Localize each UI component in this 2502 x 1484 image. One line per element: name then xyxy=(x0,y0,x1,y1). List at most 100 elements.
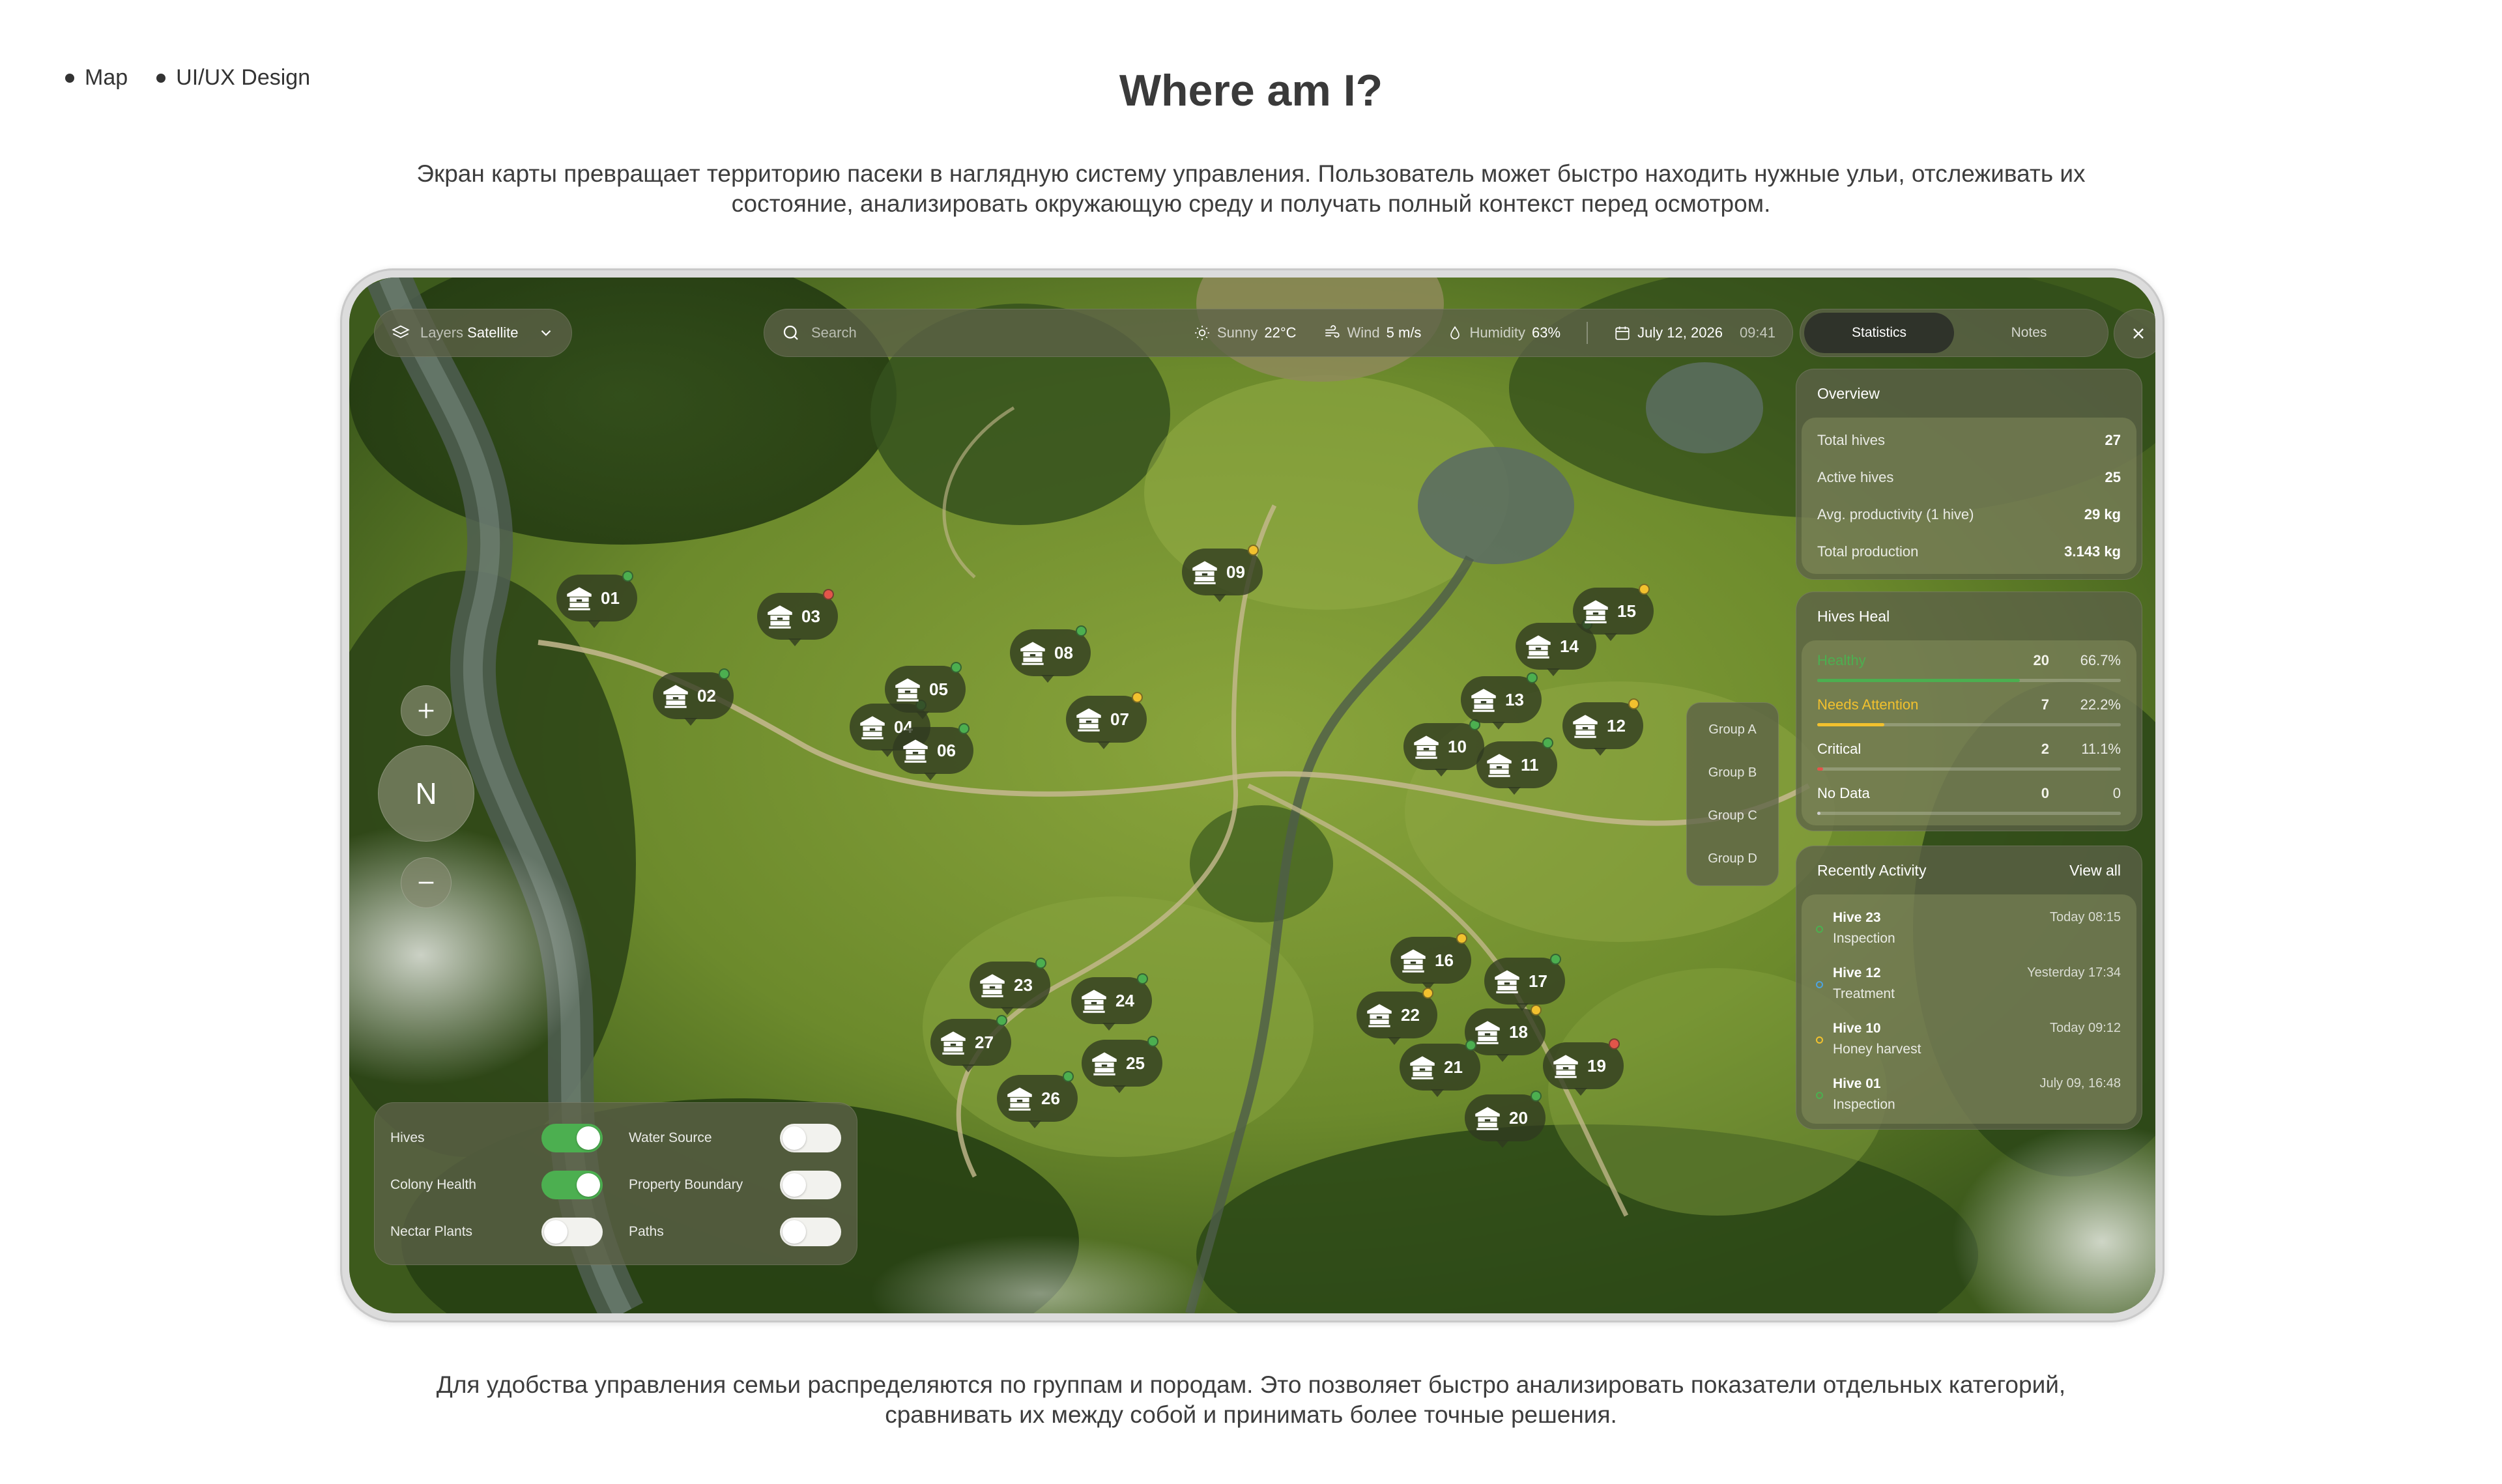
hive-marker[interactable]: 12 xyxy=(1562,698,1643,756)
beehive-icon xyxy=(768,605,792,629)
layers-label: Layers xyxy=(420,324,464,341)
group-b[interactable]: Group B xyxy=(1687,765,1778,780)
tab-notes[interactable]: Notes xyxy=(1954,313,2104,353)
hive-marker[interactable]: 24 xyxy=(1071,973,1152,1031)
hive-marker[interactable]: 11 xyxy=(1476,737,1557,795)
hive-marker[interactable]: 18 xyxy=(1465,1005,1546,1062)
hive-number: 25 xyxy=(1126,1053,1145,1073)
health-count: 0 xyxy=(2041,785,2049,801)
toggle-switch[interactable] xyxy=(780,1218,841,1246)
beehive-icon xyxy=(1020,642,1045,665)
toggle-switch[interactable] xyxy=(541,1171,603,1199)
activity-item[interactable]: Hive 10 Honey harvest Today 09:12 xyxy=(1816,1009,2121,1064)
activity-header: Recently Activity View all xyxy=(1817,861,2121,879)
toggle-switch[interactable] xyxy=(780,1124,841,1152)
activity-item[interactable]: Hive 23 Inspection Today 08:15 xyxy=(1816,898,2121,954)
view-all-link[interactable]: View all xyxy=(2069,862,2121,879)
search-input[interactable]: Search xyxy=(811,324,1168,341)
toggle-switch[interactable] xyxy=(780,1171,841,1199)
minus-icon xyxy=(418,881,434,884)
hive-marker[interactable]: 25 xyxy=(1082,1036,1162,1093)
hive-marker[interactable]: 16 xyxy=(1390,933,1471,990)
toggle-knob xyxy=(783,1126,806,1150)
toggle-label: Water Source xyxy=(629,1130,712,1145)
health-row-values: Critical 2 11.1% xyxy=(1817,733,2121,765)
tab-statistics[interactable]: Statistics xyxy=(1804,313,1954,353)
beehive-icon xyxy=(1583,600,1608,623)
beehive-icon xyxy=(1367,1004,1392,1027)
hive-marker[interactable]: 27 xyxy=(930,1015,1011,1072)
hive-status-dot xyxy=(1465,1040,1476,1051)
hive-number: 22 xyxy=(1401,1005,1420,1025)
sun-icon xyxy=(1195,326,1209,340)
toggle-switch[interactable] xyxy=(541,1124,603,1152)
hive-marker[interactable]: 05 xyxy=(885,662,966,719)
activity-time: July 09, 16:48 xyxy=(2039,1076,2121,1091)
hive-marker[interactable]: 19 xyxy=(1543,1038,1624,1096)
hive-marker[interactable]: 26 xyxy=(997,1071,1078,1128)
health-count: 7 xyxy=(2041,696,2049,713)
hive-marker[interactable]: 06 xyxy=(893,723,973,780)
health-count: 2 xyxy=(2041,741,2049,757)
health-progress-fill xyxy=(1817,767,1824,771)
beehive-icon xyxy=(1475,1107,1500,1130)
weather-humidity: Humidity 63% xyxy=(1447,324,1560,341)
overview-title: Overview xyxy=(1817,384,1880,402)
layer-toggle-row: Hives xyxy=(390,1115,603,1162)
hive-marker[interactable]: 10 xyxy=(1403,719,1484,777)
hive-marker[interactable]: 13 xyxy=(1461,672,1542,730)
group-filter: Group A Group B Group C Group D xyxy=(1686,702,1779,886)
intro-text: Экран карты превращает территорию пасеки… xyxy=(416,160,2086,217)
health-progress-fill xyxy=(1817,679,2020,682)
hive-status-dot xyxy=(1132,692,1143,703)
health-label: Needs Attention xyxy=(1817,696,1919,713)
hive-marker[interactable]: 15 xyxy=(1573,584,1654,641)
activity-item[interactable]: Hive 12 Treatment Yesterday 17:34 xyxy=(1816,954,2121,1009)
layers-value: Satellite xyxy=(467,324,519,341)
close-icon xyxy=(2133,328,2144,339)
hive-status-dot xyxy=(951,662,962,673)
compass[interactable]: N xyxy=(378,745,474,842)
hive-number: 27 xyxy=(975,1032,994,1052)
hive-number: 03 xyxy=(801,606,820,626)
date-time: July 12, 2026 09:41 xyxy=(1614,324,1776,341)
group-c[interactable]: Group C xyxy=(1687,808,1778,823)
activity-hive: Hive 01 xyxy=(1833,1076,1881,1091)
hive-marker[interactable]: 01 xyxy=(556,571,637,628)
hive-marker[interactable]: 08 xyxy=(1010,625,1091,683)
hive-marker[interactable]: 22 xyxy=(1357,988,1437,1045)
hive-marker[interactable]: 20 xyxy=(1465,1091,1546,1148)
hive-status-dot xyxy=(1076,625,1087,636)
page-title: Where am I? xyxy=(1119,66,1383,115)
hive-marker[interactable]: 23 xyxy=(970,958,1050,1015)
hive-number: 19 xyxy=(1587,1055,1606,1076)
hive-status-dot xyxy=(1550,954,1561,965)
group-a[interactable]: Group A xyxy=(1687,722,1778,737)
hive-marker[interactable]: 17 xyxy=(1484,954,1565,1011)
toggle-label: Hives xyxy=(390,1130,425,1145)
toggle-label: Property Boundary xyxy=(629,1177,743,1192)
hive-marker[interactable]: 02 xyxy=(653,668,734,726)
group-d[interactable]: Group D xyxy=(1687,851,1778,866)
hive-marker[interactable]: 03 xyxy=(757,589,838,646)
weather-wind: Wind 5 m/s xyxy=(1323,324,1421,341)
map-screen[interactable]: 01 02 03 04 05 06 07 08 09 10 11 12 13 14 15 16 17 18 19 20… xyxy=(349,278,2155,1313)
activity-hive: Hive 12 xyxy=(1833,965,1881,980)
hive-number: 07 xyxy=(1110,709,1129,729)
activity-item[interactable]: Hive 01 Inspection July 09, 16:48 xyxy=(1816,1064,2121,1120)
zoom-out-button[interactable] xyxy=(401,857,452,908)
outro-text: Для удобства управления семьи распределя… xyxy=(436,1371,2066,1428)
hive-marker[interactable]: 09 xyxy=(1182,545,1263,602)
layers-dropdown[interactable]: Layers Satellite xyxy=(374,309,572,357)
toggle-column-right: Water Source Property Boundary Paths xyxy=(629,1115,841,1255)
hive-marker[interactable]: 07 xyxy=(1066,692,1147,749)
layer-toggle-row: Property Boundary xyxy=(629,1162,841,1208)
hive-number: 08 xyxy=(1054,642,1073,663)
hive-number: 20 xyxy=(1509,1107,1528,1128)
toggle-switch[interactable] xyxy=(541,1218,603,1246)
hive-marker[interactable]: 21 xyxy=(1400,1040,1480,1097)
toggle-label: Nectar Plants xyxy=(390,1224,473,1239)
health-progress-fill xyxy=(1817,723,1885,726)
zoom-in-button[interactable] xyxy=(401,685,452,736)
hive-status-dot xyxy=(958,723,970,734)
